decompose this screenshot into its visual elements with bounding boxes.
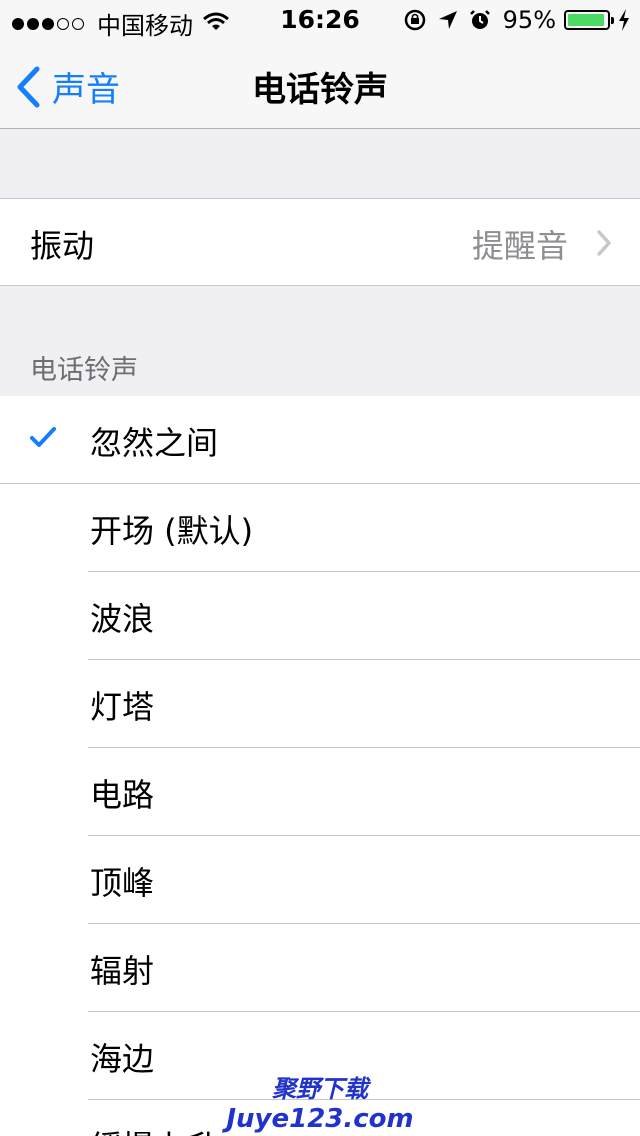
ringtone-list: 忽然之间开场 (默认)波浪灯塔电路顶峰辐射海边缓慢上升 [0,396,640,1136]
ringtone-row[interactable]: 顶峰 [0,836,640,924]
ringtone-label: 开场 (默认) [90,512,254,550]
chevron-right-icon [597,230,611,256]
ringtone-label: 灯塔 [90,688,155,726]
watermark-line-1: 聚野下载 [272,1075,368,1103]
vibration-label: 振动 [30,227,95,265]
battery-icon [564,10,614,30]
ringtone-row[interactable]: 灯塔 [0,660,640,748]
ringtone-row[interactable]: 忽然之间 [0,396,640,484]
ringtone-label: 波浪 [90,600,155,638]
charging-bolt-icon [618,9,630,31]
status-right: 95% [393,6,630,34]
ringtone-row[interactable]: 辐射 [0,924,640,1012]
page-title: 电话铃声 [252,70,388,110]
ringtone-label: 忽然之间 [90,424,219,462]
ringtone-label: 电路 [90,776,155,814]
navigation-bar: 声音 电话铃声 [0,40,640,129]
watermark-line-2: Juye123.com [226,1104,414,1134]
ringtone-row[interactable]: 电路 [0,748,640,836]
status-bar: 中国移动 16:26 95% [0,0,640,40]
checkmark-icon [30,427,56,447]
battery-fill [568,14,605,26]
rotation-lock-icon [403,8,427,32]
screen: 中国移动 16:26 95% 声音 电话铃声 振动 提醒音 电话铃声 忽然之间 … [0,0,640,1136]
ringtones-section-header: 电话铃声 [30,355,138,386]
ringtone-row[interactable]: 开场 (默认) [0,484,640,572]
battery-percent: 95% [502,6,556,34]
vibration-value: 提醒音 [471,227,568,265]
vibration-row[interactable]: 振动 提醒音 [0,198,640,286]
battery-nub [611,17,614,24]
ringtone-label: 辐射 [90,952,155,990]
ringtone-row[interactable]: 波浪 [0,572,640,660]
ringtone-label: 顶峰 [90,864,155,902]
location-arrow-icon [437,9,459,31]
alarm-icon [469,9,491,31]
watermark: 聚野下载 Juye123.com [0,1074,640,1134]
